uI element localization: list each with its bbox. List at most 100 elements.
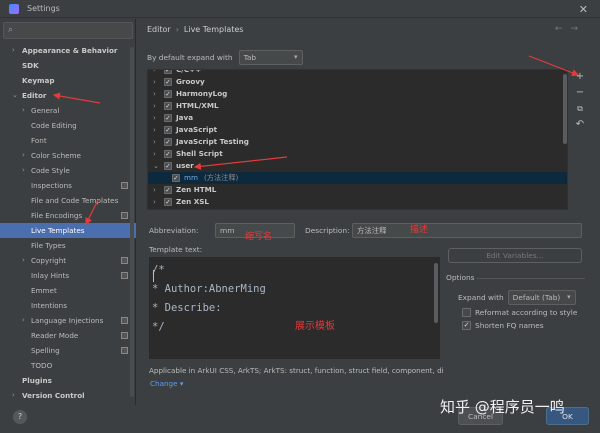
chevron-right-icon[interactable]: ›	[22, 163, 25, 178]
chevron-right-icon[interactable]: ›	[153, 184, 156, 196]
sidebar-item-emmet[interactable]: Emmet	[0, 283, 136, 298]
template-group[interactable]: › ✓ Groovy	[148, 76, 567, 88]
settings-sidebar: ⌕ › Appearance & Behavior SDK Keymap ⌄ Editor…	[0, 19, 136, 405]
chevron-right-icon[interactable]: ›	[22, 253, 25, 268]
chevron-right-icon[interactable]: ›	[153, 88, 156, 100]
template-group[interactable]: › ✓ Java	[148, 112, 567, 124]
project-scope-icon	[121, 332, 128, 339]
sidebar-item-file-types[interactable]: File Types	[0, 238, 136, 253]
chevron-down-icon[interactable]: ⌄	[12, 88, 18, 103]
template-name: Zen HTML	[176, 185, 217, 194]
template-checkbox[interactable]: ✓	[164, 70, 172, 74]
chevron-right-icon[interactable]: ›	[153, 76, 156, 88]
chevron-right-icon[interactable]: ›	[22, 103, 25, 118]
template-group[interactable]: › ✓ Zen XSL	[148, 196, 567, 208]
sidebar-item-appearance-behavior[interactable]: › Appearance & Behavior	[0, 43, 136, 58]
sidebar-item-reader-mode[interactable]: Reader Mode	[0, 328, 136, 343]
template-group[interactable]: › ✓ Zen HTML	[148, 184, 567, 196]
sidebar-item-code-editing[interactable]: Code Editing	[0, 118, 136, 133]
template-checkbox[interactable]: ✓	[164, 78, 172, 86]
template-group[interactable]: › ✓ C/C++	[148, 70, 567, 76]
expand-combobox[interactable]: Tab ▾	[238, 50, 303, 65]
template-text-editor[interactable]: /* * Author:AbnerMing * Describe: */	[149, 257, 440, 359]
sidebar-item-file-encodings[interactable]: File Encodings	[0, 208, 136, 223]
template-item[interactable]: ✓ mm (方法注释)	[148, 172, 567, 184]
close-icon[interactable]: ✕	[579, 3, 588, 16]
sidebar-item-copyright[interactable]: › Copyright	[0, 253, 136, 268]
sidebar-item-general[interactable]: › General	[0, 103, 136, 118]
chevron-right-icon[interactable]: ›	[153, 124, 156, 136]
template-checkbox[interactable]: ✓	[164, 102, 172, 110]
template-checkbox[interactable]: ✓	[164, 186, 172, 194]
sidebar-item-inlay-hints[interactable]: Inlay Hints	[0, 268, 136, 283]
template-text-line: * Describe:	[152, 302, 222, 314]
template-group[interactable]: › ✓ HTML/XML	[148, 100, 567, 112]
sidebar-item-code-style[interactable]: › Code Style	[0, 163, 136, 178]
sidebar-item-language-injections[interactable]: › Language Injections	[0, 313, 136, 328]
chevron-right-icon[interactable]: ›	[153, 136, 156, 148]
sidebar-item-editor[interactable]: ⌄ Editor	[0, 88, 136, 103]
template-checkbox[interactable]: ✓	[164, 162, 172, 170]
remove-icon[interactable]: −	[572, 85, 588, 101]
forward-arrow-icon[interactable]: →	[570, 24, 586, 34]
settings-tree: › Appearance & Behavior SDK Keymap ⌄ Editor › G…	[0, 43, 136, 403]
nav-arrows[interactable]: ←→	[555, 24, 586, 34]
chevron-right-icon[interactable]: ›	[22, 148, 25, 163]
sidebar-item-plugins[interactable]: Plugins	[0, 373, 136, 388]
chevron-right-icon[interactable]: ›	[153, 100, 156, 112]
breadcrumb-parent[interactable]: Editor	[147, 25, 171, 34]
sidebar-scrollbar[interactable]	[130, 47, 134, 397]
template-checkbox[interactable]: ✓	[164, 198, 172, 206]
sidebar-item-live-templates[interactable]: Live Templates	[0, 223, 136, 238]
template-checkbox[interactable]: ✓	[164, 126, 172, 134]
template-checkbox[interactable]: ✓	[164, 150, 172, 158]
sidebar-item-label: Emmet	[31, 286, 57, 295]
back-arrow-icon[interactable]: ←	[555, 24, 571, 34]
template-group[interactable]: ⌄ ✓ user	[148, 160, 567, 172]
sidebar-item-todo[interactable]: TODO	[0, 358, 136, 373]
template-group[interactable]: › ✓ Shell Script	[148, 148, 567, 160]
chevron-right-icon[interactable]: ›	[153, 112, 156, 124]
live-templates-panel: Editor › Live Templates ←→ By default expa…	[137, 19, 600, 405]
sidebar-item-version-control[interactable]: › Version Control	[0, 388, 136, 403]
reformat-checkbox[interactable]: Reformat according to style	[462, 308, 577, 317]
sidebar-item-sdk[interactable]: SDK	[0, 58, 136, 73]
templates-scrollbar[interactable]	[563, 74, 567, 144]
shorten-fq-checkbox-box[interactable]: ✓	[462, 321, 471, 330]
editor-scrollbar[interactable]	[434, 263, 438, 323]
change-link-label[interactable]: Change	[150, 379, 178, 388]
template-group[interactable]: › ✓ JavaScript Testing	[148, 136, 567, 148]
chevron-right-icon[interactable]: ›	[22, 313, 25, 328]
sidebar-item-color-scheme[interactable]: › Color Scheme	[0, 148, 136, 163]
sidebar-item-inspections[interactable]: Inspections	[0, 178, 136, 193]
template-checkbox[interactable]: ✓	[164, 138, 172, 146]
chevron-down-icon[interactable]: ⌄	[153, 160, 159, 172]
chevron-right-icon[interactable]: ›	[153, 196, 156, 208]
template-checkbox[interactable]: ✓	[172, 174, 180, 182]
template-checkbox[interactable]: ✓	[164, 114, 172, 122]
help-icon[interactable]: ?	[13, 410, 27, 424]
expand-with-value: Default (Tab)	[512, 293, 561, 302]
chevron-right-icon[interactable]: ›	[153, 70, 156, 76]
sidebar-item-font[interactable]: Font	[0, 133, 136, 148]
sidebar-item-intentions[interactable]: Intentions	[0, 298, 136, 313]
expand-with-combobox[interactable]: Default (Tab) ▾	[507, 290, 576, 305]
template-checkbox[interactable]: ✓	[164, 90, 172, 98]
edit-variables-button[interactable]: Edit Variables...	[448, 248, 582, 263]
copy-icon[interactable]: ⧉	[572, 101, 588, 117]
chevron-right-icon[interactable]: ›	[12, 43, 15, 58]
chevron-right-icon[interactable]: ›	[12, 388, 15, 403]
sidebar-item-file-and-code-templates[interactable]: File and Code Templates	[0, 193, 136, 208]
reformat-checkbox-box[interactable]	[462, 308, 471, 317]
sidebar-item-spelling[interactable]: Spelling	[0, 343, 136, 358]
sidebar-item-keymap[interactable]: Keymap	[0, 73, 136, 88]
template-group[interactable]: › ✓ HarmonyLog	[148, 88, 567, 100]
change-contexts-link[interactable]: Change ▾	[150, 379, 183, 388]
template-group[interactable]: › ✓ JavaScript	[148, 124, 567, 136]
search-input[interactable]: ⌕	[3, 22, 133, 39]
shorten-fq-checkbox[interactable]: ✓ Shorten FQ names	[462, 321, 544, 330]
add-icon[interactable]: +	[572, 69, 588, 85]
description-field[interactable]: 方法注释	[352, 223, 582, 238]
restore-icon[interactable]: ↶	[572, 117, 588, 133]
chevron-right-icon[interactable]: ›	[153, 148, 156, 160]
